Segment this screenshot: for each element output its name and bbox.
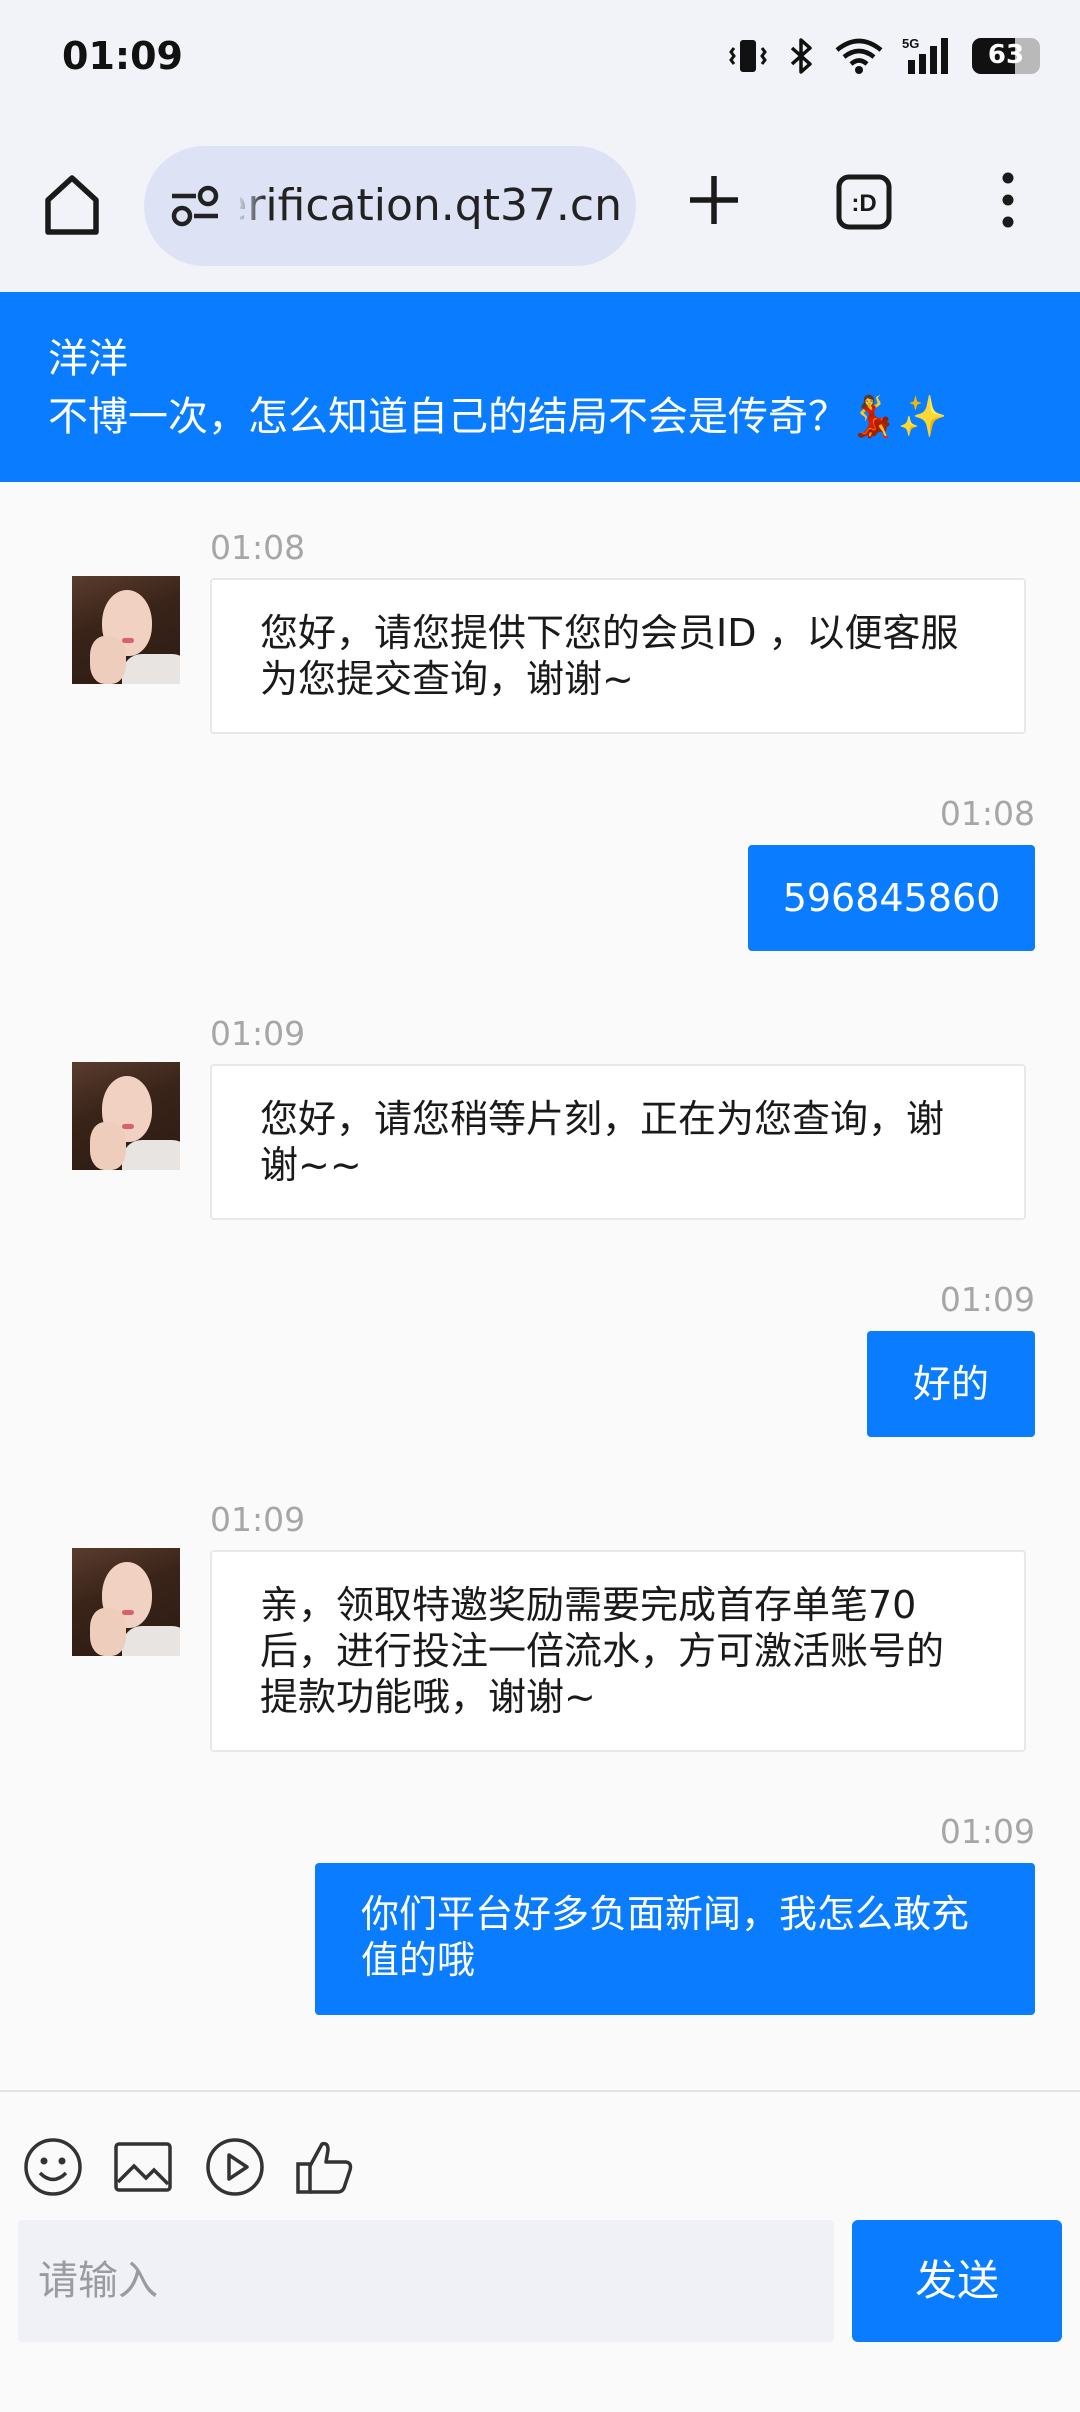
agent-name: 洋洋: [48, 336, 128, 382]
more-menu-icon[interactable]: [990, 170, 1026, 234]
cellular-signal-icon: 5G: [902, 36, 954, 76]
home-icon[interactable]: [40, 168, 104, 240]
emoji-icon[interactable]: [22, 2136, 84, 2202]
url-text[interactable]: verification.qt37.cn: [240, 180, 622, 231]
message-input[interactable]: [18, 2220, 834, 2342]
status-time: 01:09: [62, 34, 183, 78]
chat-header: 洋洋 不博一次，怎么知道自己的结局不会是传奇？💃✨: [0, 292, 1080, 482]
wifi-icon: [834, 36, 884, 76]
like-icon[interactable]: [294, 2136, 356, 2202]
battery-indicator: 63: [972, 38, 1040, 74]
agent-slogan: 不博一次，怎么知道自己的结局不会是传奇？💃✨: [48, 394, 948, 440]
message-time: 01:08: [210, 528, 306, 567]
status-bar: 01:09 5G 63: [0, 0, 1080, 120]
outgoing-message-bubble: 596845860: [748, 845, 1035, 951]
message-time: 01:09: [210, 1500, 306, 1539]
incoming-message-bubble: 您好，请您提供下您的会员ID ，以便客服为您提交查询，谢谢~: [210, 578, 1026, 734]
bluetooth-icon: [786, 36, 816, 76]
outgoing-message-bubble: 好的: [867, 1331, 1035, 1437]
site-settings-icon[interactable]: [168, 178, 222, 236]
battery-level-text: 63: [987, 40, 1025, 70]
address-bar[interactable]: verification.qt37.cn: [144, 146, 636, 266]
message-time: 01:09: [939, 1280, 1035, 1319]
message-time: 01:09: [210, 1014, 306, 1053]
message-time: 01:08: [939, 794, 1035, 833]
browser-toolbar: verification.qt37.cn :D: [0, 120, 1080, 292]
new-tab-plus-icon[interactable]: [684, 170, 744, 234]
video-icon[interactable]: [204, 2136, 266, 2202]
agent-avatar: [72, 1548, 180, 1656]
composer-bar: 发送: [0, 2090, 1080, 2412]
status-icons: 5G 63: [728, 36, 1040, 76]
vibrate-icon: [728, 36, 768, 76]
network-type-label: 5G: [902, 36, 919, 51]
tab-switcher-icon[interactable]: :D: [836, 174, 892, 234]
url-fade: [236, 166, 266, 246]
image-icon[interactable]: [112, 2136, 174, 2202]
message-time: 01:09: [939, 1812, 1035, 1851]
send-button[interactable]: 发送: [852, 2220, 1062, 2342]
incoming-message-bubble: 亲，领取特邀奖励需要完成首存单笔70后，进行投注一倍流水，方可激活账号的提款功能…: [210, 1550, 1026, 1752]
incoming-message-bubble: 您好，请您稍等片刻，正在为您查询，谢谢~~: [210, 1064, 1026, 1220]
agent-avatar: [72, 576, 180, 684]
outgoing-message-bubble: 你们平台好多负面新闻，我怎么敢充值的哦: [315, 1863, 1035, 2015]
agent-avatar: [72, 1062, 180, 1170]
svg-text::D: :D: [851, 190, 876, 217]
